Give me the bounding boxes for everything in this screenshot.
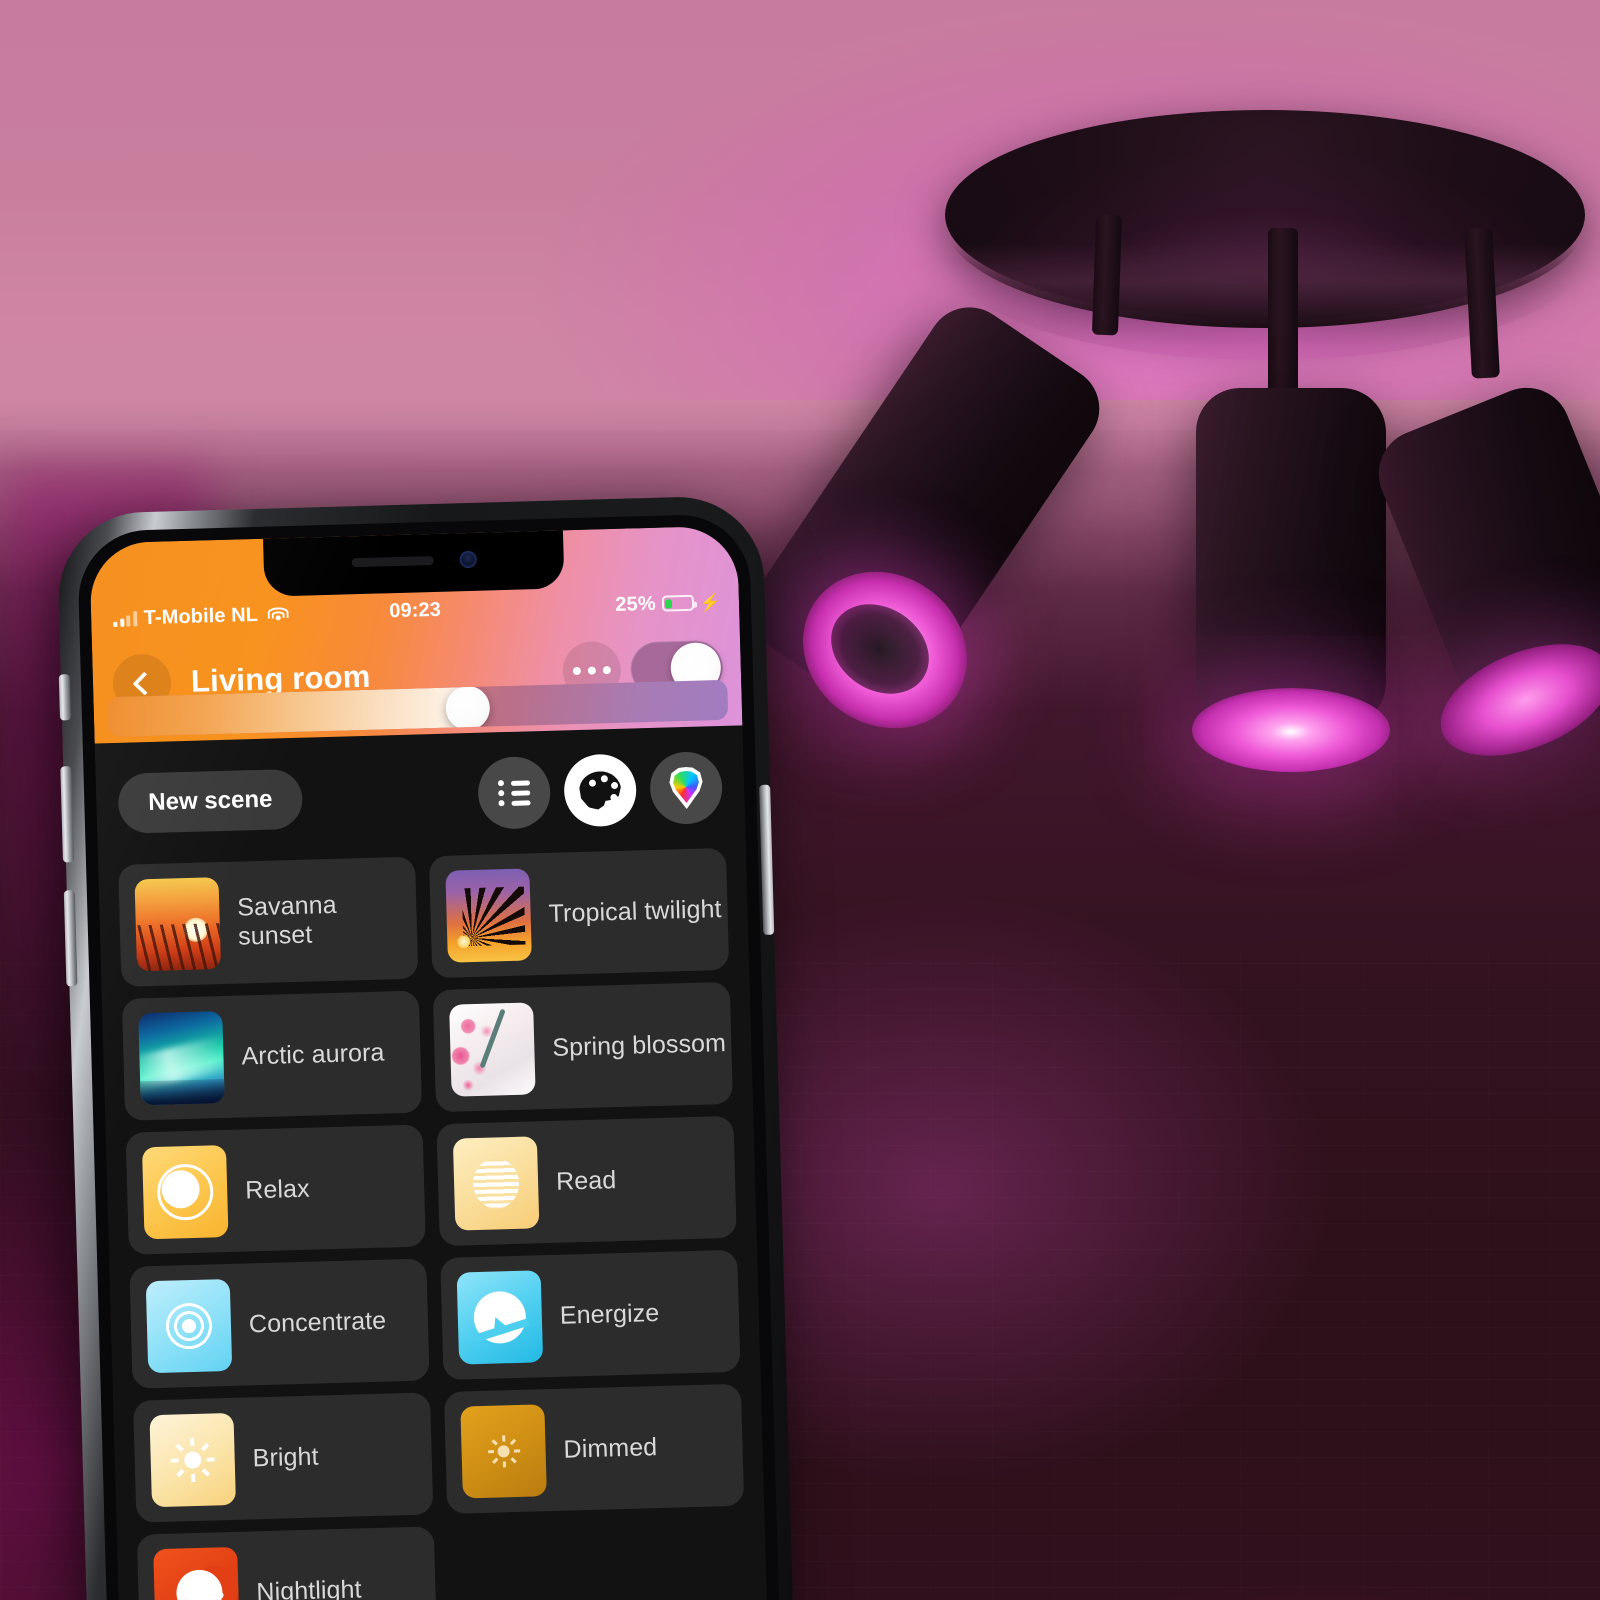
battery-fill — [665, 598, 673, 609]
palette-icon — [579, 771, 622, 810]
phone-screen: T-Mobile NL 09:23 25% ⚡ Living room New … — [89, 525, 768, 1600]
scene-label: Dimmed — [563, 1432, 658, 1464]
read-icon — [452, 1136, 540, 1231]
relax-icon — [141, 1145, 229, 1240]
wifi-icon — [267, 606, 290, 623]
scene-label: Energize — [559, 1298, 660, 1330]
arctic-aurora-thumbnail — [138, 1011, 225, 1106]
mute-switch-button[interactable] — [58, 674, 72, 721]
spring-blossom-thumbnail — [449, 1002, 536, 1097]
front-camera-icon — [459, 550, 477, 569]
status-bar: T-Mobile NL 09:23 25% ⚡ — [91, 585, 740, 635]
new-scene-label: New scene — [147, 785, 273, 817]
scene-label: Savanna sunset — [236, 890, 338, 951]
ellipsis-icon — [572, 666, 581, 676]
scenes-toolbar: New scene — [94, 725, 746, 866]
spotlight-center-body — [1196, 388, 1386, 728]
color-picker-button[interactable] — [649, 751, 724, 826]
scene-card[interactable]: Concentrate — [129, 1258, 430, 1389]
battery-percent-label: 25% — [615, 592, 657, 616]
scene-card[interactable]: Savanna sunset — [118, 856, 419, 987]
status-bar-right: 25% ⚡ — [615, 590, 721, 616]
lightning-bolt-icon: ⚡ — [699, 592, 722, 613]
scene-card[interactable]: Spring blossom — [432, 981, 733, 1113]
clock-label: 09:23 — [388, 598, 442, 622]
earpiece-speaker — [351, 555, 434, 568]
scene-card[interactable]: Bright — [133, 1392, 434, 1523]
list-icon — [497, 779, 531, 807]
scene-card[interactable]: Dimmed — [443, 1383, 745, 1514]
signal-bars-icon — [113, 610, 137, 627]
scene-label: Nightlight — [256, 1574, 363, 1600]
concentrate-icon — [145, 1278, 233, 1374]
spotlight-stem-center — [1268, 228, 1298, 408]
display-notch — [263, 530, 565, 597]
tropical-twilight-thumbnail — [445, 868, 532, 963]
scene-label: Read — [555, 1165, 617, 1196]
scene-card[interactable]: Read — [436, 1115, 737, 1247]
scenes-view-button[interactable] — [563, 753, 638, 828]
status-bar-left: T-Mobile NL — [113, 603, 290, 631]
scene-card[interactable]: Arctic aurora — [121, 990, 423, 1121]
color-pin-icon — [668, 767, 705, 810]
scene-card[interactable]: Tropical twilight — [428, 847, 730, 979]
sun-dimmed-icon — [460, 1404, 547, 1499]
scene-label: Bright — [252, 1442, 319, 1472]
scene-card[interactable]: Relax — [125, 1124, 426, 1255]
sun-bright-icon — [149, 1412, 236, 1508]
scene-label: Relax — [244, 1174, 310, 1204]
scene-label: Spring blossom — [551, 1028, 727, 1062]
brightness-knob[interactable] — [444, 685, 491, 731]
scene-card[interactable]: Energize — [440, 1249, 741, 1381]
battery-icon — [661, 594, 694, 612]
scene-label: Tropical twilight — [548, 894, 722, 928]
smartphone-device: T-Mobile NL 09:23 25% ⚡ Living room New … — [38, 485, 794, 1600]
scene-card[interactable]: Nightlight — [136, 1526, 438, 1600]
list-view-button[interactable] — [477, 755, 552, 830]
moon-stars-icon — [153, 1546, 240, 1600]
spotlight-center-lens — [1192, 688, 1390, 772]
energize-icon — [456, 1270, 544, 1365]
savanna-sunset-thumbnail — [134, 877, 222, 972]
scenes-grid: Savanna sunset Tropical twilight Arctic au… — [98, 847, 768, 1600]
chevron-left-icon — [132, 671, 157, 696]
scene-label: Concentrate — [248, 1306, 387, 1338]
new-scene-button[interactable]: New scene — [117, 768, 304, 834]
spotlight-stem-left — [1091, 214, 1123, 336]
scene-label: Arctic aurora — [241, 1038, 385, 1071]
carrier-label: T-Mobile NL — [143, 603, 259, 629]
